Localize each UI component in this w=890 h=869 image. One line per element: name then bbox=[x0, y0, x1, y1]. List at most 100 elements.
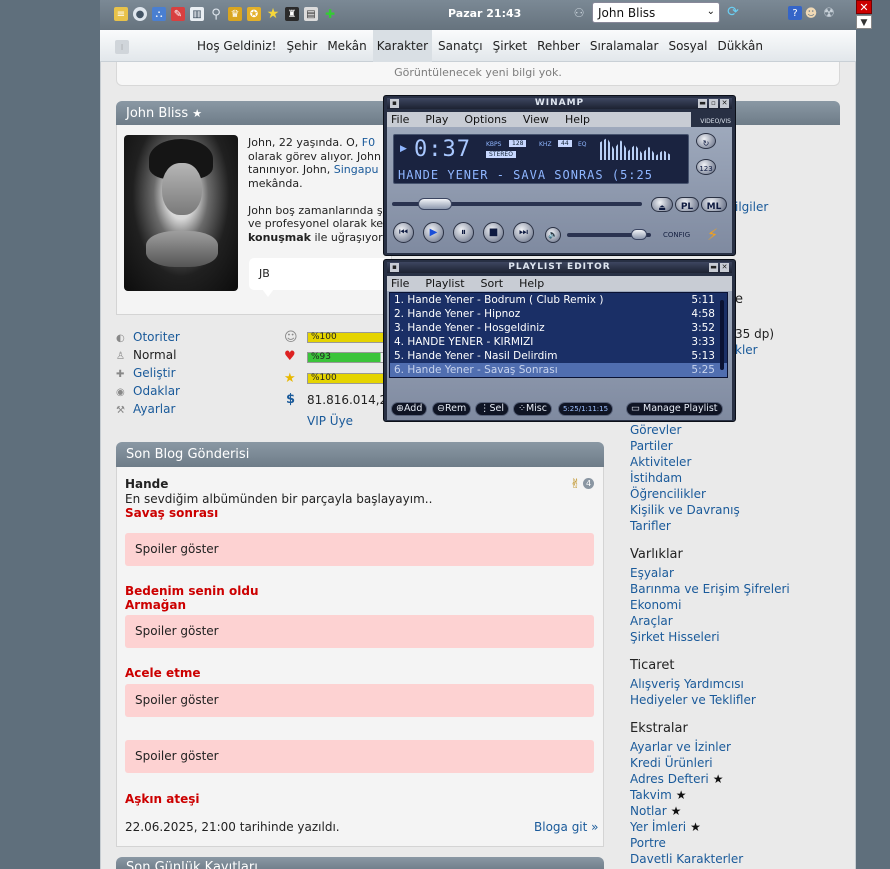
manage-playlist-button[interactable]: ▭ Manage Playlist bbox=[626, 402, 723, 416]
help-icon[interactable]: ? bbox=[788, 6, 802, 20]
favorite-star-icon[interactable]: ★ bbox=[713, 772, 724, 786]
vip-link[interactable]: VIP Üye bbox=[307, 414, 353, 428]
blog-more-link[interactable]: Bloga git » bbox=[534, 820, 599, 834]
config-label[interactable]: CONFIG bbox=[663, 231, 690, 239]
ml-button[interactable]: ML bbox=[701, 197, 727, 212]
play-icon[interactable]: ▶ bbox=[423, 222, 444, 243]
remove-button[interactable]: ⊖Rem bbox=[432, 402, 472, 416]
close-icon[interactable]: ✕ bbox=[856, 0, 872, 14]
spoiler-button[interactable]: Spoiler göster bbox=[125, 684, 594, 717]
stop-icon[interactable]: ■ bbox=[483, 222, 504, 243]
playlist-track[interactable]: 5. Hande Yener - Nasil Delirdim 5:13 bbox=[390, 349, 727, 363]
side-link[interactable]: Aktiviteler bbox=[630, 455, 691, 469]
playlist-track[interactable]: 1. Hande Yener - Bodrum ( Club Remix ) 5:… bbox=[390, 293, 727, 307]
nav-item[interactable]: Sanatçı bbox=[434, 30, 487, 62]
volume-handle[interactable] bbox=[631, 229, 647, 240]
winamp-menu-item[interactable]: File bbox=[391, 112, 409, 127]
side-link[interactable]: Araçlar bbox=[630, 614, 673, 628]
medal-icon[interactable]: ✪ bbox=[247, 7, 261, 21]
stat-link[interactable]: ◐ Otoriter bbox=[116, 330, 180, 344]
stat-link[interactable]: ◉ Odaklar bbox=[116, 384, 180, 398]
nav-item[interactable]: Şehir bbox=[282, 30, 321, 62]
bio-link-city[interactable]: Singapu bbox=[334, 163, 379, 176]
pl-button[interactable]: PL bbox=[675, 197, 699, 212]
misc-button[interactable]: ⁘Misc bbox=[513, 402, 552, 416]
network-icon[interactable]: ⛬ bbox=[152, 7, 166, 21]
side-link[interactable]: Hediyeler ve Teklifler bbox=[630, 693, 756, 707]
menu-icon[interactable]: ≡ bbox=[114, 7, 128, 21]
spy-icon[interactable]: ♜ bbox=[285, 7, 299, 21]
right-partial[interactable]: kler bbox=[735, 343, 758, 357]
side-link[interactable]: Notlar ★ bbox=[630, 804, 681, 818]
winamp-titlebar[interactable]: WINAMP bbox=[387, 98, 732, 109]
select-button[interactable]: ⋮Sel bbox=[475, 402, 510, 416]
side-link[interactable]: Eşyalar bbox=[630, 566, 674, 580]
winamp-menu-item[interactable]: View bbox=[523, 112, 549, 127]
right-partial[interactable]: ilgiler bbox=[735, 200, 768, 214]
nav-item[interactable]: Mekân bbox=[323, 30, 370, 62]
collapse-icon[interactable]: ▼ bbox=[856, 15, 872, 29]
side-link[interactable]: Kişilik ve Davranış bbox=[630, 503, 740, 517]
winamp-window-icon[interactable]: ▪ bbox=[390, 99, 399, 108]
side-link[interactable]: Öğrencilikler bbox=[630, 487, 706, 501]
side-link[interactable]: Barınma ve Erişim Şifreleri bbox=[630, 582, 790, 596]
playlist-menu-item[interactable]: Playlist bbox=[425, 276, 464, 291]
lightning-icon[interactable]: ⚡ bbox=[707, 225, 718, 244]
nav-item[interactable]: Sosyal bbox=[664, 30, 711, 62]
volume-icon[interactable]: 🔈 bbox=[545, 227, 561, 243]
spoiler-button[interactable]: Spoiler göster bbox=[125, 533, 594, 566]
side-link[interactable]: Yer İmleri ★ bbox=[630, 820, 701, 834]
side-link[interactable]: Ayarlar ve İzinler bbox=[630, 740, 731, 754]
playlist-menu-item[interactable]: File bbox=[391, 276, 409, 291]
favorite-star-icon[interactable]: ★ bbox=[192, 107, 202, 120]
side-link[interactable]: Kredi Ürünleri bbox=[630, 756, 713, 770]
playlist-track[interactable]: 4. HANDE YENER - KIRMIZI 3:33 bbox=[390, 335, 727, 349]
playlist-scrollbar[interactable] bbox=[720, 300, 724, 370]
toggle-icon[interactable]: ⁝ bbox=[115, 40, 129, 54]
book-icon[interactable]: ▥ bbox=[190, 7, 204, 21]
favorite-star-icon[interactable]: ★ bbox=[690, 820, 701, 834]
side-link[interactable]: Şirket Hisseleri bbox=[630, 630, 720, 644]
winamp-close-icon[interactable]: ✕ bbox=[720, 99, 729, 108]
playlist-menu-item[interactable]: Help bbox=[519, 276, 544, 291]
winamp-menu-item[interactable]: Help bbox=[565, 112, 590, 127]
playlist-track[interactable]: 3. Hande Yener - Hosgeldiniz 3:52 bbox=[390, 321, 727, 335]
previous-icon[interactable]: ⏮ bbox=[393, 222, 414, 243]
pause-icon[interactable]: ⏸ bbox=[453, 222, 474, 243]
winamp-menu-item[interactable]: Play bbox=[425, 112, 448, 127]
playlist-menu-item[interactable]: Sort bbox=[481, 276, 504, 291]
side-link[interactable]: Takvim ★ bbox=[630, 788, 687, 802]
playlist-track[interactable]: 2. Hande Yener - Hipnoz 4:58 bbox=[390, 307, 727, 321]
chat-icon[interactable]: ● bbox=[133, 7, 147, 21]
side-link[interactable]: Partiler bbox=[630, 439, 673, 453]
side-link[interactable]: Alışveriş Yardımcısı bbox=[630, 677, 744, 691]
winamp-maximize-icon[interactable]: ▫ bbox=[709, 99, 718, 108]
star-icon[interactable]: ★ bbox=[266, 6, 280, 22]
refresh-icon[interactable]: ⟳ bbox=[726, 4, 740, 20]
trophy-icon[interactable]: ♛ bbox=[228, 7, 242, 21]
pencil-icon[interactable]: ✎ bbox=[171, 7, 185, 21]
bio-link-job[interactable]: F0 bbox=[362, 136, 375, 149]
playlist-window[interactable]: PLAYLIST EDITOR ▪ ▬ ✕ File Playlist Sort He… bbox=[383, 259, 736, 422]
rock-hand-icon[interactable]: ✌ bbox=[570, 477, 581, 492]
side-link[interactable]: Tarifler bbox=[630, 519, 671, 533]
nav-item[interactable]: Sıralamalar bbox=[586, 30, 663, 62]
add-button[interactable]: ⊕Add bbox=[391, 402, 428, 416]
playlist-window-icon[interactable]: ▪ bbox=[390, 263, 399, 272]
nav-item[interactable]: Şirket bbox=[489, 30, 532, 62]
favorite-star-icon[interactable]: ★ bbox=[676, 788, 687, 802]
stat-link[interactable]: ⚒ Ayarlar bbox=[116, 402, 175, 416]
nav-item[interactable]: Rehber bbox=[533, 30, 584, 62]
playlist-titlebar[interactable]: PLAYLIST EDITOR bbox=[387, 262, 732, 273]
users-icon[interactable]: ⚇ bbox=[572, 6, 586, 20]
character-select[interactable]: John Bliss ⌄ bbox=[592, 2, 720, 23]
calendar-icon[interactable]: ▤ bbox=[304, 7, 318, 21]
shuffle-icon[interactable]: 123 bbox=[696, 159, 716, 175]
side-link[interactable]: Ekonomi bbox=[630, 598, 681, 612]
radiation-icon[interactable]: ☢ bbox=[822, 6, 836, 21]
profile-photo[interactable] bbox=[124, 135, 238, 291]
playlist-close-icon[interactable]: ✕ bbox=[720, 263, 729, 272]
repeat-icon[interactable]: ↻ bbox=[696, 133, 716, 149]
winamp-window[interactable]: WINAMP ▪ ▬ ▫ ✕ File Play Options View Help V… bbox=[383, 95, 736, 256]
side-link[interactable]: Adres Defteri ★ bbox=[630, 772, 724, 786]
